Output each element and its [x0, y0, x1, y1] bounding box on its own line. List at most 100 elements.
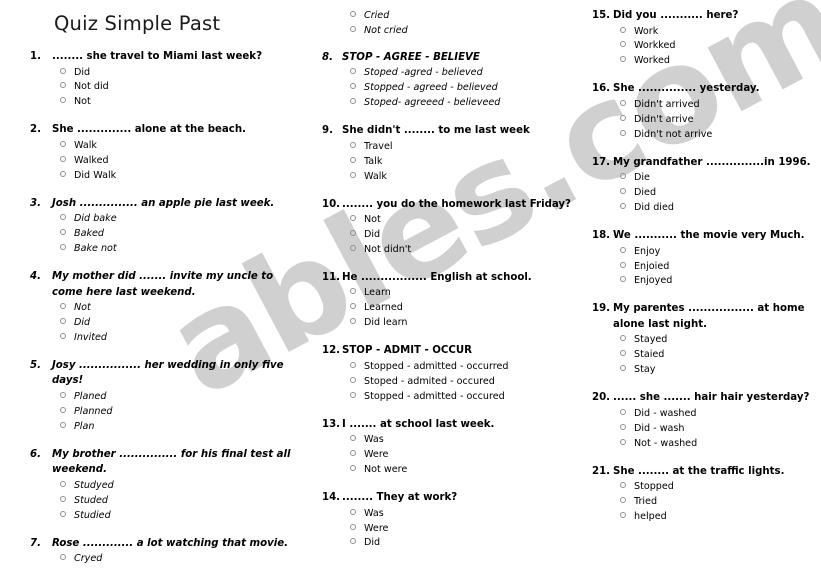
hollow-circle-bullet-icon — [60, 389, 74, 404]
answer-option[interactable]: Die — [588, 171, 817, 186]
answer-option[interactable]: Not - washed — [588, 437, 817, 452]
answer-option[interactable]: Was — [318, 433, 578, 448]
question-number: 4. — [30, 271, 41, 283]
answer-option[interactable]: Enjoied — [588, 260, 817, 275]
answer-option[interactable]: Enjoy — [588, 245, 817, 260]
answer-option[interactable]: Staied — [588, 348, 817, 363]
answer-option[interactable]: Not — [22, 95, 304, 110]
answer-option[interactable]: Stoped- agreeed - believeed — [318, 96, 578, 111]
answer-option[interactable]: Not didn't — [318, 243, 578, 258]
answer-option[interactable]: Stoped - admited - occured — [318, 375, 578, 390]
answer-option[interactable]: Walked — [22, 154, 304, 169]
quiz-question: 15. Did you ........... here? Work Workked W… — [588, 8, 817, 69]
quiz-question: 4. My mother did ....... invite my uncle … — [22, 269, 304, 346]
answer-option[interactable]: Studyed — [22, 479, 304, 494]
answer-option[interactable]: Stay — [588, 363, 817, 378]
answer-option-list: Studyed Studed Studied — [22, 479, 304, 524]
question-text: She ............... yesterday. — [613, 83, 760, 95]
quiz-question: 1. ........ she travel to Miami last week… — [22, 49, 304, 110]
question-header: 21. She ........ at the traffic lights. — [592, 464, 817, 480]
answer-option[interactable]: Learn — [318, 286, 578, 301]
answer-option[interactable]: Did died — [588, 201, 817, 216]
hollow-circle-bullet-icon — [620, 332, 634, 347]
answer-option-label: Didn't not arrive — [634, 128, 713, 140]
answer-option[interactable]: Enjoyed — [588, 274, 817, 289]
answer-option[interactable]: Not — [22, 301, 304, 316]
answer-option[interactable]: Cryed — [22, 552, 304, 567]
hollow-circle-bullet-icon — [350, 315, 364, 330]
answer-option[interactable]: Were — [318, 522, 578, 537]
question-number: 5. — [30, 359, 41, 371]
answer-option-label: Stoped - admited - occured — [364, 375, 495, 387]
hollow-circle-bullet-icon — [60, 300, 74, 315]
answer-option[interactable]: Travel — [318, 140, 578, 155]
page-title: Quiz Simple Past — [54, 12, 221, 35]
answer-option[interactable]: Stopped - agreed - believed — [318, 81, 578, 96]
answer-option[interactable]: Baked — [22, 227, 304, 242]
answer-option-label: Stayed — [634, 334, 668, 346]
answer-option-label: Did - washed — [634, 407, 697, 419]
answer-option[interactable]: Stoped -agred - believed — [318, 66, 578, 81]
answer-option[interactable]: Planed — [22, 390, 304, 405]
answer-option[interactable]: Died — [588, 186, 817, 201]
answer-option-label: Learn — [364, 287, 391, 299]
answer-option[interactable]: Did — [318, 536, 578, 551]
answer-option[interactable]: Didn't arrived — [588, 98, 817, 113]
answer-option[interactable]: Did — [22, 66, 304, 81]
answer-option[interactable]: Learned — [318, 301, 578, 316]
answer-option[interactable]: Did - washed — [588, 407, 817, 422]
answer-option[interactable]: Did learn — [318, 316, 578, 331]
answer-option[interactable]: Bake not — [22, 242, 304, 257]
answer-option[interactable]: Did Walk — [22, 169, 304, 184]
answer-option[interactable]: Planned — [22, 405, 304, 420]
answer-option-label: Stopped — [634, 481, 674, 493]
answer-option[interactable]: Talk — [318, 155, 578, 170]
answer-option[interactable]: Did — [22, 316, 304, 331]
answer-option[interactable]: Did — [318, 228, 578, 243]
answer-option[interactable]: Work — [588, 25, 817, 40]
answer-option[interactable]: Plan — [22, 420, 304, 435]
question-text: STOP - ADMIT - OCCUR — [342, 345, 473, 357]
answer-option[interactable]: Studied — [22, 509, 304, 524]
answer-option-label: Not - washed — [634, 437, 698, 449]
answer-option[interactable]: Invited — [22, 331, 304, 346]
hollow-circle-bullet-icon — [620, 170, 634, 185]
answer-option[interactable]: Were — [318, 448, 578, 463]
answer-option-list: Stopped Tried helped — [588, 480, 817, 525]
answer-option[interactable]: Not — [318, 213, 578, 228]
answer-option-list: Travel Talk Walk — [318, 140, 578, 185]
answer-option[interactable]: Worked — [588, 54, 817, 69]
hollow-circle-bullet-icon — [60, 65, 74, 80]
answer-option[interactable]: helped — [588, 510, 817, 525]
answer-option-label: Plan — [74, 420, 95, 432]
answer-option[interactable]: Stopped - admitted - occured — [318, 390, 578, 405]
question-header: 9. She didn't ........ to me last week — [322, 123, 578, 139]
answer-option[interactable]: Did bake — [22, 212, 304, 227]
answer-option[interactable]: Not were — [318, 463, 578, 478]
question-header: 20....... she ....... hair hair yesterda… — [592, 390, 817, 406]
answer-option-list: Stayed Staied Stay — [588, 333, 817, 378]
answer-option[interactable]: Not cried — [318, 24, 578, 39]
answer-option[interactable]: Cried — [318, 9, 578, 24]
answer-option[interactable]: Walk — [22, 139, 304, 154]
answer-option-label: Did — [364, 537, 381, 549]
answer-option[interactable]: Was — [318, 507, 578, 522]
answer-option[interactable]: Tried — [588, 495, 817, 510]
answer-option-list: Did Not did Not — [22, 66, 304, 111]
answer-option[interactable]: Didn't arrive — [588, 113, 817, 128]
answer-option[interactable]: Walk — [318, 170, 578, 185]
answer-option[interactable]: Not did — [22, 80, 304, 95]
answer-option[interactable]: Didn't not arrive — [588, 128, 817, 143]
answer-option[interactable]: Workked — [588, 39, 817, 54]
answer-option-list: Was Were Not were — [318, 433, 578, 478]
answer-option[interactable]: Studed — [22, 494, 304, 509]
question-text: ........ They at work? — [342, 492, 458, 504]
answer-option[interactable]: Stayed — [588, 333, 817, 348]
answer-option[interactable]: Did - wash — [588, 422, 817, 437]
answer-option-label: Stoped- agreeed - believeed — [364, 97, 501, 109]
hollow-circle-bullet-icon — [350, 95, 364, 110]
answer-option[interactable]: Stopped - admitted - occurred — [318, 360, 578, 375]
hollow-circle-bullet-icon — [350, 242, 364, 257]
answer-option[interactable]: Stopped — [588, 480, 817, 495]
